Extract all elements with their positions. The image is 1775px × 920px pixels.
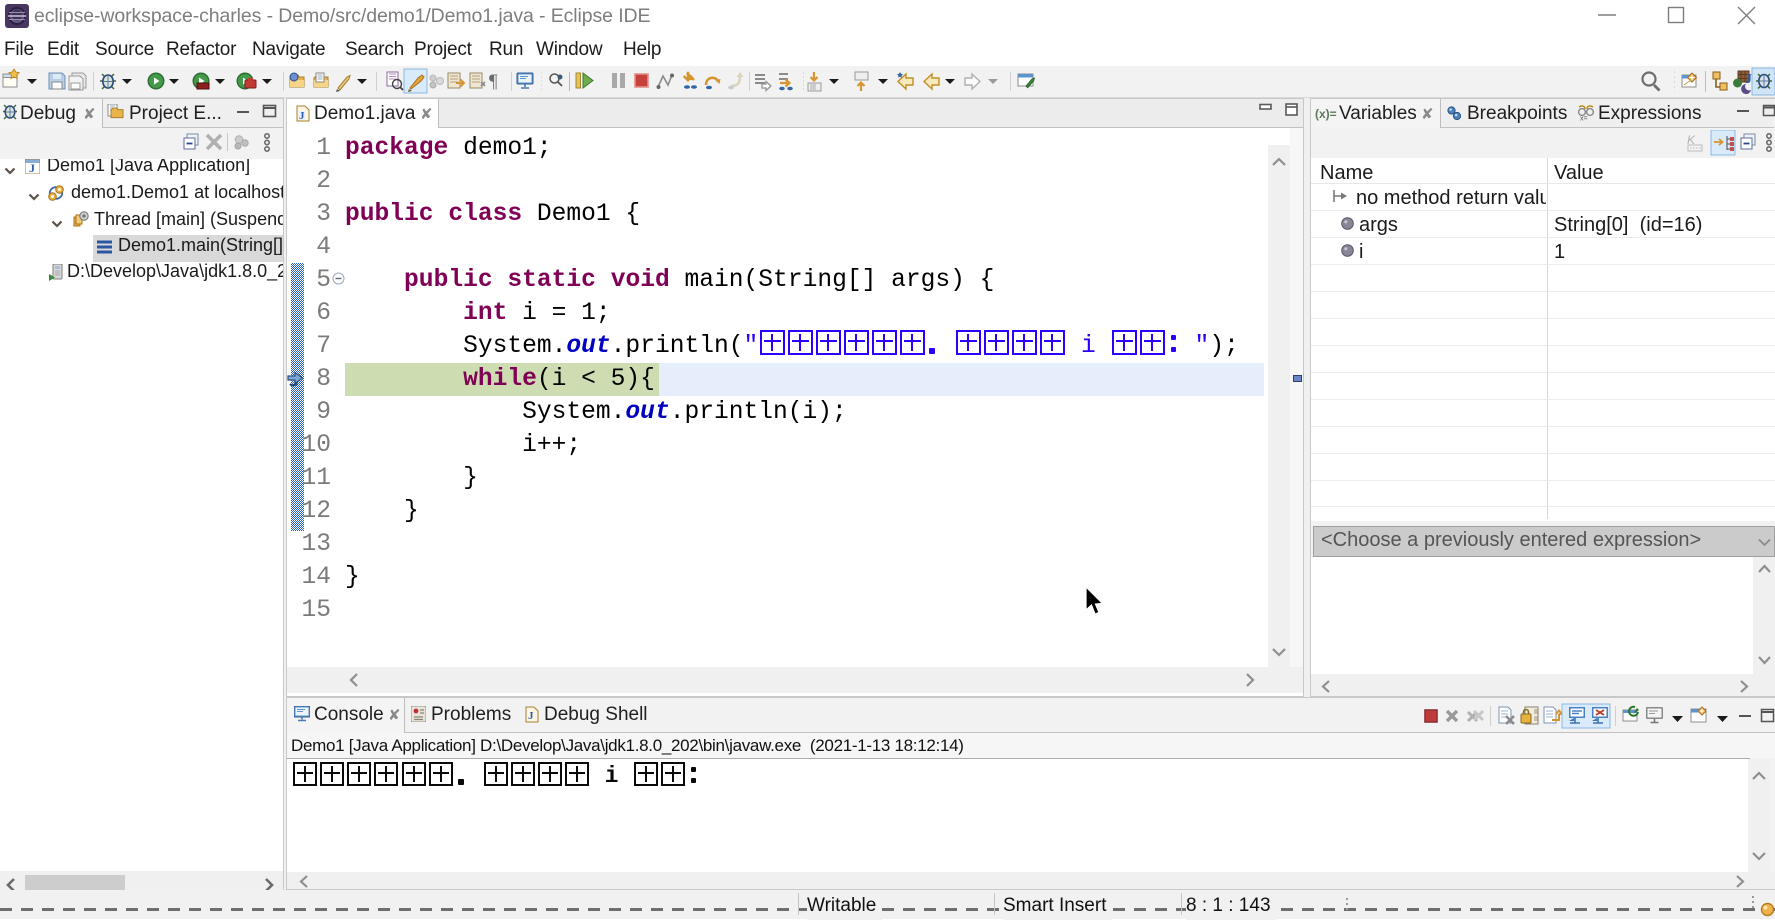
svg-text:J: J <box>1745 72 1752 87</box>
svg-text:x=: x= <box>1580 116 1588 122</box>
svg-text:J: J <box>29 161 35 174</box>
svg-text:J: J <box>299 110 305 122</box>
svg-text:¶: ¶ <box>489 71 498 92</box>
svg-text:J: J <box>528 710 534 722</box>
